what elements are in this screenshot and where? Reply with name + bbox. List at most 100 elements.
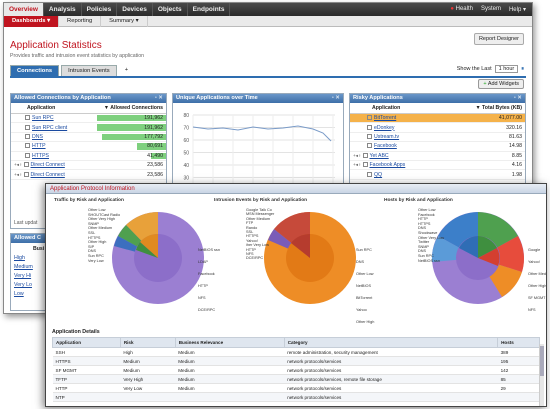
- app-link[interactable]: BitTorrent: [374, 115, 396, 121]
- row-checkbox[interactable]: [367, 115, 372, 121]
- col-total-bytes[interactable]: ▼ Total Bytes (KB): [442, 103, 525, 114]
- traffic-pie: [112, 212, 204, 304]
- details-col-header[interactable]: Hosts: [497, 337, 540, 348]
- details-cell: remote administration, security manageme…: [284, 347, 498, 357]
- tab-add[interactable]: +: [118, 65, 135, 76]
- row-checkbox[interactable]: [362, 152, 368, 158]
- table-row[interactable]: NTP network protocols/services: [52, 392, 540, 402]
- app-link[interactable]: Ustream.tv: [374, 134, 399, 140]
- app-link[interactable]: DNS: [32, 134, 43, 140]
- app-link[interactable]: Facebook: [374, 143, 397, 149]
- app-link[interactable]: eDonkey: [374, 125, 394, 131]
- expand-icon[interactable]: +◂♀: [14, 172, 24, 177]
- app-link[interactable]: Facebook Apps: [370, 162, 406, 168]
- row-checkbox[interactable]: [25, 134, 30, 140]
- details-col-header[interactable]: Business Relevance: [174, 337, 285, 348]
- expand-icon[interactable]: +◂♀: [353, 153, 363, 158]
- value-text: 191,962: [144, 115, 163, 122]
- panel-controls-icon[interactable]: ▫ ✕: [155, 94, 166, 103]
- health-link[interactable]: ● Health: [450, 6, 473, 13]
- table-row[interactable]: Facebook 14.98: [350, 141, 525, 152]
- table-row[interactable]: HTTP 80,691: [11, 141, 166, 152]
- app-link[interactable]: Sun RPC client: [32, 125, 67, 131]
- business-link[interactable]: High: [14, 255, 25, 261]
- table-row[interactable]: +◂♀ Yet ABC 8.85: [350, 151, 525, 161]
- col-application[interactable]: Application: [11, 103, 85, 114]
- table-row[interactable]: HTTPS 41,490: [11, 151, 166, 161]
- table-row[interactable]: HTTP Very Low Medium network protocols/serv…: [52, 383, 540, 393]
- row-checkbox[interactable]: [25, 143, 30, 149]
- tab-overview[interactable]: Overview: [4, 3, 44, 16]
- row-checkbox[interactable]: [23, 171, 29, 177]
- business-link[interactable]: Medium: [14, 264, 33, 270]
- row-checkbox[interactable]: [25, 124, 30, 130]
- y-tick-label: 60: [183, 138, 189, 144]
- business-link[interactable]: Very Lo: [14, 282, 32, 288]
- table-row[interactable]: +◂♀ Direct Connect 23,586: [11, 160, 166, 171]
- tab-connections[interactable]: Connections: [10, 65, 60, 76]
- table-row[interactable]: +◂♀ Facebook Apps 4.16: [350, 160, 525, 171]
- pie-label: NetBIOS: [356, 284, 371, 288]
- table-row[interactable]: Sun RPC 191,962: [11, 113, 166, 124]
- pause-icon[interactable]: ⏸: [521, 66, 524, 73]
- app-link[interactable]: HTTP: [32, 143, 46, 149]
- panel-controls-icon-2[interactable]: ▫ ✕: [332, 94, 343, 103]
- tab-endpoints[interactable]: Endpoints: [188, 3, 231, 16]
- report-designer-button[interactable]: Report Designer: [473, 33, 524, 45]
- tab-analysis[interactable]: Analysis: [44, 3, 82, 16]
- business-link[interactable]: Very Hi: [14, 273, 31, 279]
- tab-policies[interactable]: Policies: [82, 3, 118, 16]
- app-link[interactable]: Direct Connect: [31, 172, 65, 178]
- details-cell: Medium: [175, 347, 285, 357]
- row-checkbox[interactable]: [367, 134, 372, 140]
- row-checkbox[interactable]: [25, 152, 30, 158]
- details-col-header[interactable]: Risk: [119, 337, 176, 348]
- table-row[interactable]: eDonkey 320.16: [350, 122, 525, 133]
- row-checkbox[interactable]: [25, 115, 30, 121]
- table-row[interactable]: TFTP Very High Medium network protocols/ser…: [52, 374, 540, 384]
- subtab-summary[interactable]: Summary ▾: [101, 15, 148, 27]
- system-link[interactable]: System: [481, 6, 501, 13]
- pie-label: Yahoo: [356, 308, 367, 312]
- details-col-header[interactable]: Category: [283, 337, 499, 348]
- tab-objects[interactable]: Objects: [153, 3, 188, 16]
- panel-controls-icon-3[interactable]: ▫ ✕: [514, 94, 525, 103]
- details-cell: TFTP: [52, 374, 121, 384]
- expand-icon[interactable]: +◂♀: [14, 162, 24, 167]
- col-risky-application[interactable]: Application: [350, 103, 443, 114]
- table-row[interactable]: BitTorrent 41,077.00: [350, 113, 525, 124]
- row-checkbox[interactable]: [23, 162, 29, 168]
- tab-intrusion-events[interactable]: Intrusion Events: [61, 65, 117, 76]
- subtab-dashboards[interactable]: Dashboards ▾: [4, 15, 60, 27]
- app-link[interactable]: Yet ABC: [370, 153, 389, 159]
- app-link[interactable]: Direct Connect: [31, 162, 65, 168]
- app-link[interactable]: QQ: [374, 172, 382, 178]
- row-checkbox[interactable]: [367, 171, 372, 177]
- expand-icon[interactable]: +◂♀: [353, 162, 363, 167]
- col-allowed[interactable]: ▼ Allowed Connections: [84, 103, 166, 114]
- value-cell: 8.85: [442, 151, 525, 161]
- add-widgets-button[interactable]: Add Widgets: [478, 79, 524, 89]
- table-row[interactable]: SF MGMT Medium Medium network protocols/ser…: [52, 365, 540, 375]
- tab-devices[interactable]: Devices: [117, 3, 153, 16]
- subtab-reporting[interactable]: Reporting: [59, 15, 102, 27]
- details-scrollbar[interactable]: [539, 344, 544, 406]
- table-row[interactable]: SSH High Medium remote administration, secu…: [52, 347, 540, 357]
- show-last-select[interactable]: 1 hour: [494, 65, 519, 73]
- row-checkbox[interactable]: [362, 162, 368, 168]
- details-col-header[interactable]: Application: [52, 337, 121, 348]
- table-row[interactable]: QQ 1.98: [350, 169, 525, 180]
- row-checkbox[interactable]: [367, 143, 372, 149]
- panel-header-unique: Unique Applications over Time ▫ ✕: [173, 94, 343, 103]
- table-row[interactable]: DNS 177,792: [11, 132, 166, 143]
- row-checkbox[interactable]: [367, 124, 372, 130]
- business-link[interactable]: Low: [14, 291, 24, 297]
- help-link[interactable]: Help ▾: [509, 6, 526, 13]
- table-row[interactable]: +◂♀ Direct Connect 23,586: [11, 169, 166, 180]
- table-row[interactable]: HTTPS Medium Medium network protocols/servi…: [52, 356, 540, 366]
- app-link[interactable]: Sun RPC: [32, 115, 54, 121]
- table-row[interactable]: Ustream.tv 81.63: [350, 132, 525, 143]
- scroll-thumb[interactable]: [540, 346, 544, 376]
- app-link[interactable]: HTTPS: [32, 153, 49, 159]
- table-row[interactable]: Sun RPC client 191,962: [11, 122, 166, 133]
